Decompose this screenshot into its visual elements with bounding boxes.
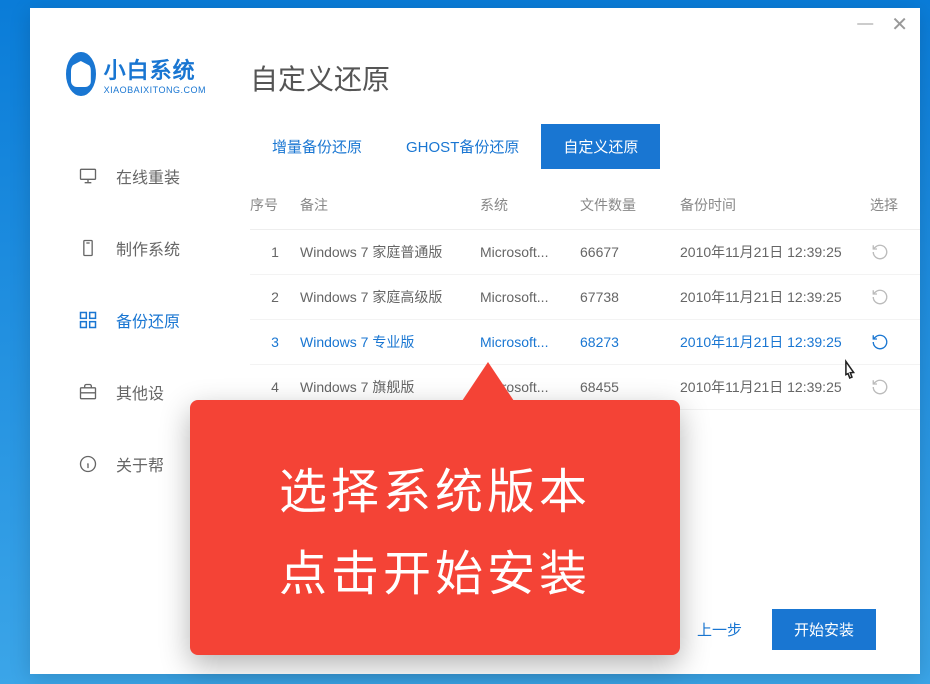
cell-idx: 2 <box>250 289 300 305</box>
cell-note: Windows 7 旗舰版 <box>300 377 480 397</box>
page-title: 自定义还原 <box>250 58 920 98</box>
minimize-button[interactable]: — <box>857 15 873 33</box>
tab-ghost[interactable]: GHOST备份还原 <box>384 124 541 169</box>
cell-time: 2010年11月21日 12:39:25 <box>680 287 870 307</box>
close-button[interactable]: ✕ <box>891 12 908 37</box>
cell-idx: 1 <box>250 244 300 260</box>
nav-label: 其他设 <box>116 380 164 404</box>
titlebar: — ✕ <box>30 8 920 40</box>
cell-time: 2010年11月21日 12:39:25 <box>680 332 870 352</box>
cell-note: Windows 7 专业版 <box>300 332 480 352</box>
cursor-pointer-icon <box>836 358 858 384</box>
nav-label: 在线重装 <box>116 164 180 188</box>
tab-custom[interactable]: 自定义还原 <box>541 124 660 169</box>
tab-incremental[interactable]: 增量备份还原 <box>250 124 384 169</box>
table-header: 序号 备注 系统 文件数量 备份时间 选择 <box>250 181 920 230</box>
restore-icon[interactable] <box>870 287 890 307</box>
start-install-button[interactable]: 开始安装 <box>772 609 876 650</box>
nav-label: 备份还原 <box>116 308 180 332</box>
cell-system: Microsoft... <box>480 244 580 260</box>
logo-text: 小白系统 XIAOBAIXITONG.COM <box>104 53 206 95</box>
usb-icon <box>78 238 98 258</box>
col-idx: 序号 <box>250 195 300 215</box>
cell-system: Microsoft... <box>480 289 580 305</box>
col-select: 选择 <box>870 195 920 215</box>
restore-icon[interactable] <box>870 242 890 262</box>
tabs: 增量备份还原 GHOST备份还原 自定义还原 <box>250 124 920 169</box>
nav-item-create[interactable]: 制作系统 <box>30 212 230 284</box>
restore-icon[interactable] <box>870 332 890 352</box>
table-row[interactable]: 3 Windows 7 专业版 Microsoft... 68273 2010年… <box>250 320 920 365</box>
callout-line1: 选择系统版本 <box>279 452 591 522</box>
logo-title: 小白系统 <box>104 53 206 85</box>
table-row[interactable]: 1 Windows 7 家庭普通版 Microsoft... 66677 201… <box>250 230 920 275</box>
cell-note: Windows 7 家庭普通版 <box>300 242 480 262</box>
nav-label: 关于帮 <box>116 452 164 476</box>
monitor-icon <box>78 166 98 186</box>
col-system: 系统 <box>480 195 580 215</box>
briefcase-icon <box>78 382 98 402</box>
prev-button[interactable]: 上一步 <box>687 611 752 648</box>
table-row[interactable]: 2 Windows 7 家庭高级版 Microsoft... 67738 201… <box>250 275 920 320</box>
nav-item-reinstall[interactable]: 在线重装 <box>30 140 230 212</box>
cell-time: 2010年11月21日 12:39:25 <box>680 242 870 262</box>
cell-filecount: 68273 <box>580 334 680 350</box>
cell-idx: 4 <box>250 379 300 395</box>
cell-note: Windows 7 家庭高级版 <box>300 287 480 307</box>
restore-icon[interactable] <box>870 377 890 397</box>
cell-system: Microsoft... <box>480 334 580 350</box>
logo: 小白系统 XIAOBAIXITONG.COM <box>30 40 230 120</box>
nav-label: 制作系统 <box>116 236 180 260</box>
cell-filecount: 67738 <box>580 289 680 305</box>
cell-filecount: 68455 <box>580 379 680 395</box>
col-note: 备注 <box>300 195 480 215</box>
info-icon <box>78 454 98 474</box>
logo-subtitle: XIAOBAIXITONG.COM <box>104 85 206 95</box>
callout-tooltip: 选择系统版本 点击开始安装 <box>190 400 680 655</box>
col-time: 备份时间 <box>680 195 870 215</box>
cell-idx: 3 <box>250 334 300 350</box>
nav-item-backup[interactable]: 备份还原 <box>30 284 230 356</box>
cell-filecount: 66677 <box>580 244 680 260</box>
col-filecount: 文件数量 <box>580 195 680 215</box>
grid-icon <box>78 310 98 330</box>
logo-icon <box>66 52 96 96</box>
callout-line2: 点击开始安装 <box>279 534 591 604</box>
